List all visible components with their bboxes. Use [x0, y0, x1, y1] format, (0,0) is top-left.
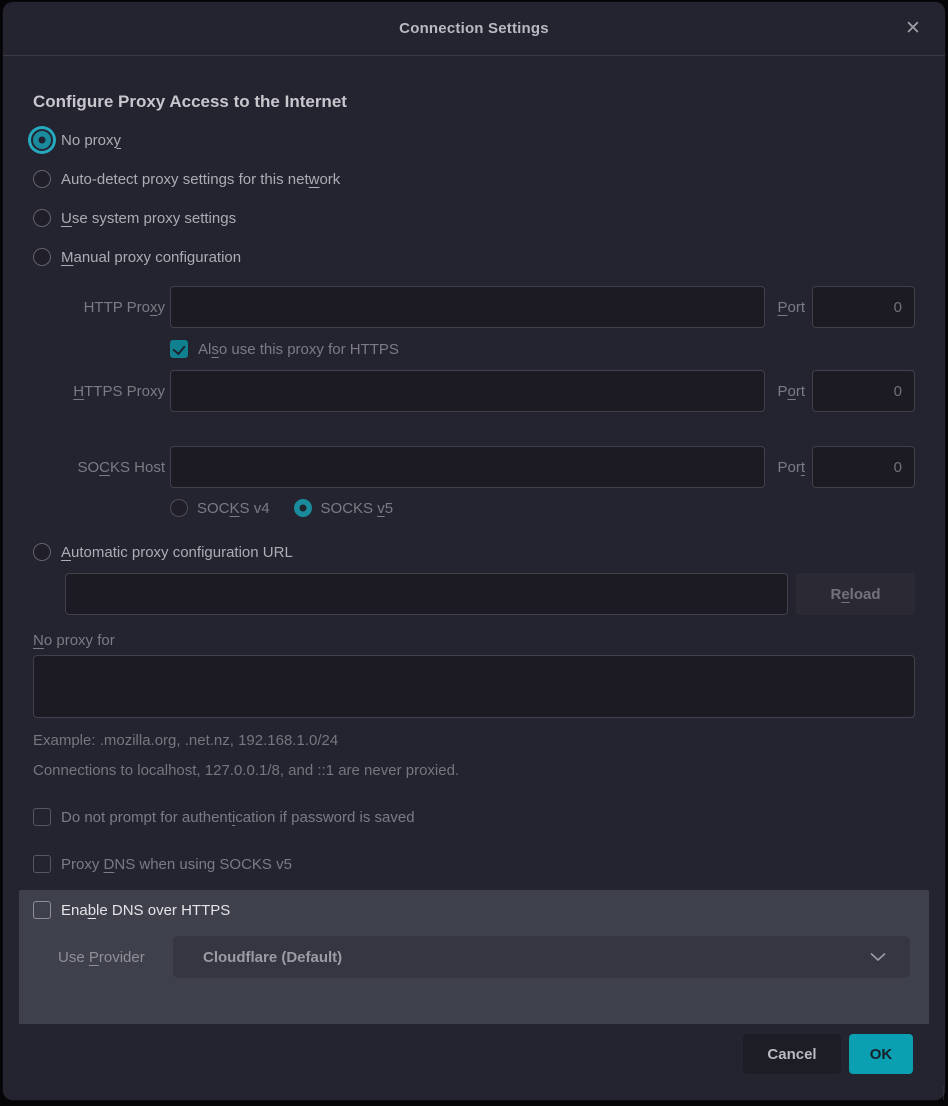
chevron-down-icon: [870, 952, 886, 962]
also-https-label: Also use this proxy for HTTPS: [198, 341, 399, 358]
https-port-label: Port: [777, 383, 805, 400]
radio-option-socks-v4[interactable]: SOCKS v4: [170, 499, 270, 517]
checkmark-icon: [172, 342, 185, 356]
radio-manual[interactable]: [33, 248, 51, 266]
provider-row: Use Provider Cloudflare (Default): [33, 936, 915, 978]
radio-option-manual[interactable]: Manual proxy configuration: [33, 244, 915, 270]
radio-manual-label: Manual proxy configuration: [61, 249, 241, 266]
radio-option-no-proxy[interactable]: No proxy: [33, 127, 915, 153]
radio-option-auto-url[interactable]: Automatic proxy configuration URL: [33, 539, 915, 565]
resize-grip[interactable]: [930, 1086, 944, 1100]
close-button[interactable]: ✕: [897, 13, 929, 45]
no-prompt-auth-label: Do not prompt for authentication if pass…: [61, 809, 415, 826]
dialog-content: Configure Proxy Access to the Internet N…: [3, 56, 945, 1024]
http-proxy-label: HTTP Proxy: [33, 299, 165, 316]
http-port-input[interactable]: [812, 286, 915, 328]
radio-socks-v4[interactable]: [170, 499, 188, 517]
socks-port-label: Port: [777, 459, 805, 476]
radio-socks-v5[interactable]: [294, 499, 312, 517]
radio-auto-detect-label: Auto-detect proxy settings for this netw…: [61, 171, 340, 188]
enable-doh-label: Enable DNS over HTTPS: [61, 902, 230, 919]
provider-selected-value: Cloudflare (Default): [203, 949, 342, 966]
auto-url-input[interactable]: [65, 573, 788, 615]
doh-panel: Enable DNS over HTTPS Use Provider Cloud…: [19, 890, 929, 1024]
radio-no-proxy-label: No proxy: [61, 132, 121, 149]
dialog-footer: Cancel OK: [3, 1024, 945, 1100]
auto-url-row: Reload: [65, 573, 915, 615]
radio-auto-url[interactable]: [33, 543, 51, 561]
proxy-dns-label: Proxy DNS when using SOCKS v5: [61, 856, 292, 873]
no-proxy-example-text: Example: .mozilla.org, .net.nz, 192.168.…: [33, 732, 915, 749]
checkbox-no-prompt-auth[interactable]: [33, 808, 51, 826]
radio-option-socks-v5[interactable]: SOCKS v5: [294, 499, 394, 517]
socks-v4-label: SOCKS v4: [197, 500, 270, 517]
radio-no-proxy[interactable]: [33, 131, 51, 149]
radio-auto-detect[interactable]: [33, 170, 51, 188]
radio-auto-url-label: Automatic proxy configuration URL: [61, 544, 293, 561]
close-icon: ✕: [905, 19, 921, 38]
https-proxy-row: HTTPS Proxy Port: [33, 370, 915, 412]
no-proxy-for-label: No proxy for: [33, 632, 915, 649]
http-proxy-row: HTTP Proxy Port: [33, 286, 915, 328]
socks-v5-label: SOCKS v5: [321, 500, 394, 517]
checkbox-enable-doh[interactable]: [33, 901, 51, 919]
socks-host-input[interactable]: [170, 446, 765, 488]
socks-port-input[interactable]: [812, 446, 915, 488]
radio-option-use-system[interactable]: Use system proxy settings: [33, 205, 915, 231]
checkbox-proxy-dns[interactable]: [33, 855, 51, 873]
radio-use-system-label: Use system proxy settings: [61, 210, 236, 227]
proxy-dns-row[interactable]: Proxy DNS when using SOCKS v5: [33, 855, 915, 873]
http-proxy-input[interactable]: [170, 286, 765, 328]
dialog-title: Connection Settings: [399, 20, 549, 37]
provider-select[interactable]: Cloudflare (Default): [173, 936, 910, 978]
socks-version-row: SOCKS v4 SOCKS v5: [170, 499, 915, 517]
no-prompt-auth-row[interactable]: Do not prompt for authentication if pass…: [33, 808, 915, 826]
checkbox-also-https[interactable]: [170, 340, 188, 358]
enable-doh-row[interactable]: Enable DNS over HTTPS: [33, 901, 915, 919]
localhost-note-text: Connections to localhost, 127.0.0.1/8, a…: [33, 762, 915, 779]
reload-button[interactable]: Reload: [796, 573, 915, 615]
also-https-row[interactable]: Also use this proxy for HTTPS: [170, 340, 915, 358]
radio-use-system[interactable]: [33, 209, 51, 227]
https-proxy-label: HTTPS Proxy: [33, 383, 165, 400]
https-proxy-input[interactable]: [170, 370, 765, 412]
ok-button[interactable]: OK: [849, 1034, 913, 1074]
socks-host-label: SOCKS Host: [33, 459, 165, 476]
socks-host-row: SOCKS Host Port: [33, 446, 915, 488]
radio-option-auto-detect[interactable]: Auto-detect proxy settings for this netw…: [33, 166, 915, 192]
connection-settings-dialog: Connection Settings ✕ Configure Proxy Ac…: [3, 2, 945, 1100]
dialog-titlebar: Connection Settings ✕: [3, 2, 945, 56]
no-proxy-for-textarea[interactable]: [33, 655, 915, 718]
provider-label: Use Provider: [58, 949, 158, 966]
http-port-label: Port: [777, 299, 805, 316]
cancel-button[interactable]: Cancel: [743, 1034, 841, 1074]
section-heading: Configure Proxy Access to the Internet: [33, 92, 915, 112]
https-port-input[interactable]: [812, 370, 915, 412]
